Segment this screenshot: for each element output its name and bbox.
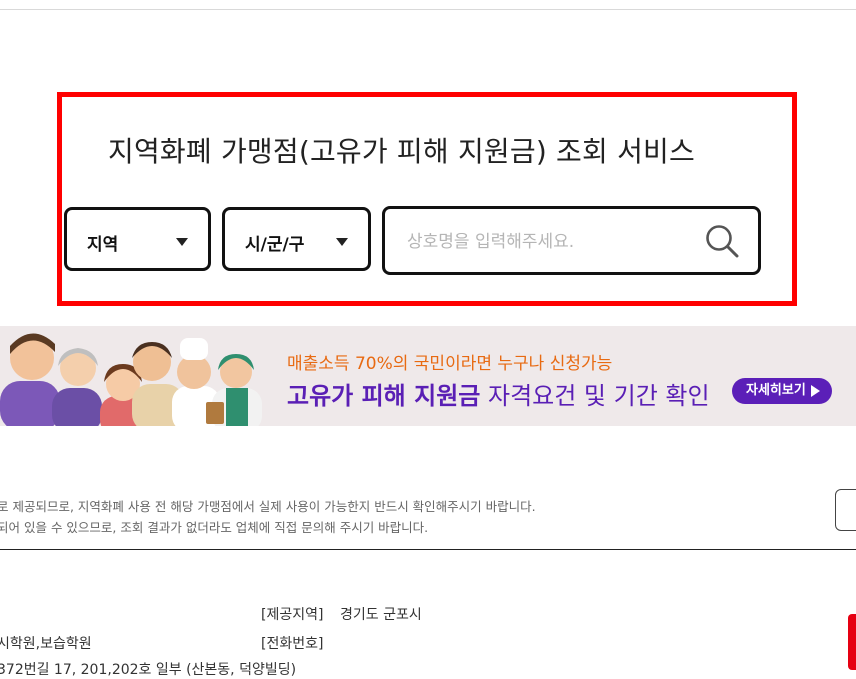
notice-line-2: 누락되어 있을 수 있으므로, 조회 결과가 없더라도 업체에 직접 문의해 주… — [0, 520, 429, 535]
side-action-button[interactable] — [835, 489, 856, 531]
banner-headline: 고유가 피해 지원금 자격요건 및 기간 확인 — [287, 376, 710, 411]
search-button[interactable] — [702, 221, 742, 261]
city-select-label: 시/군/구 — [245, 235, 305, 255]
region-select-label: 지역 — [87, 235, 119, 255]
banner-headline-rest: 자격요건 및 기간 확인 — [480, 382, 710, 410]
search-icon — [706, 225, 739, 258]
floating-side-tab[interactable] — [848, 614, 856, 670]
notice-line-1: 는으로 제공되므로, 지역화폐 사용 전 해당 가맹점에서 실제 사용이 가능한… — [0, 499, 536, 514]
family-illustration — [0, 333, 262, 426]
banner-headline-bold: 고유가 피해 지원금 — [287, 382, 481, 410]
banner-detail-button[interactable]: 자세히보기 — [732, 378, 832, 404]
store-search-box[interactable] — [382, 206, 761, 275]
banner-eligibility-text: 매출소득 70%의 국민이라면 누구나 신청가능 — [287, 354, 613, 374]
region-info-label: [제공지역] — [261, 607, 324, 623]
city-select[interactable]: 시/군/구 — [222, 207, 371, 271]
support-fund-banner[interactable]: 매출소득 70%의 국민이라면 누구나 신청가능 고유가 피해 지원금 자격요건… — [0, 326, 856, 426]
top-divider — [0, 9, 856, 10]
triangle-down-icon — [176, 238, 188, 246]
store-category-text: 시학원,보습학원 — [0, 636, 92, 652]
triangle-down-icon — [336, 238, 348, 246]
service-title: 지역화폐 가맹점(고유가 피해 지원금) 조회 서비스 — [108, 135, 695, 168]
banner-detail-label: 자세히보기 — [746, 383, 806, 398]
region-info-value: 경기도 군포시 — [340, 607, 422, 623]
store-search-input[interactable] — [405, 225, 699, 259]
section-divider — [0, 549, 856, 550]
phone-info-label: [전화번호] — [261, 636, 324, 652]
store-address-text: 372번길 17, 201,202호 일부 (산본동, 덕양빌딩) — [0, 662, 297, 678]
region-select[interactable]: 지역 — [64, 207, 211, 271]
play-arrow-icon — [811, 385, 820, 397]
